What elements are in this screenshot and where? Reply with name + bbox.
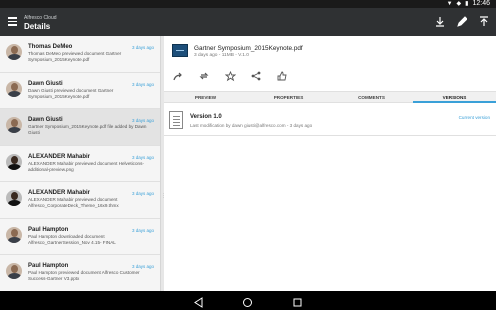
- activity-user: Paul Hampton: [28, 226, 69, 233]
- system-nav-bar: [0, 291, 496, 310]
- activity-user: Dawn Giusti: [28, 80, 63, 87]
- activity-user: Thomas DeMeo: [28, 44, 73, 50]
- version-item[interactable]: Version 1.0 Last modification by dawn gi…: [164, 106, 496, 136]
- activity-date: 3 days ago: [131, 227, 154, 233]
- avatar: [6, 80, 22, 97]
- back-icon[interactable]: [193, 295, 204, 308]
- detail-tabs: PREVIEW PROPERTIES COMMENTS VERSIONS: [164, 91, 496, 103]
- document-thumbnail: [172, 44, 188, 57]
- activity-user: Paul Hampton: [28, 263, 69, 269]
- page-title: Details: [24, 22, 51, 31]
- activity-user: ALEXANDER Mahabir: [28, 190, 91, 196]
- activity-date: 3 days ago: [131, 118, 154, 123]
- activity-date: 3 days ago: [131, 154, 154, 160]
- activity-text: ALEXANDER Mahabir previewed document Alf…: [28, 197, 119, 208]
- current-version-badge: Current version: [458, 115, 490, 120]
- activity-date: 3 days ago: [131, 45, 154, 50]
- share-icon[interactable]: [172, 70, 184, 82]
- favorite-icon[interactable]: [224, 70, 236, 82]
- activity-item[interactable]: Thomas DeMeo 3 days ago Thomas DeMeo pre…: [0, 36, 160, 73]
- activity-item[interactable]: Dawn Giusti 3 days ago Dawn Giusti previ…: [0, 73, 160, 109]
- activity-date: 3 days ago: [131, 191, 154, 196]
- recents-icon[interactable]: [292, 295, 303, 307]
- location-icon: ▼: [446, 1, 453, 7]
- activity-item[interactable]: ALEXANDER Mahabir 3 days ago ALEXANDER M…: [0, 182, 160, 219]
- upload-icon[interactable]: [478, 14, 490, 28]
- tab-preview[interactable]: PREVIEW: [164, 92, 247, 102]
- activity-item[interactable]: ALEXANDER Mahabir 3 days ago ALEXANDER M…: [0, 146, 160, 182]
- activity-item[interactable]: Paul Hampton 3 days ago Paul Hampton pre…: [0, 255, 160, 291]
- activity-text: Dawn Giusti previewed document Gartner S…: [28, 87, 114, 99]
- battery-icon: ▮: [465, 1, 469, 7]
- tab-comments[interactable]: COMMENTS: [330, 92, 413, 102]
- tab-versions[interactable]: VERSIONS: [413, 92, 496, 103]
- activity-text: ALEXANDER Mahabir previewed document Hel…: [28, 160, 144, 172]
- avatar: [6, 226, 22, 243]
- version-title: Version 1.0: [190, 114, 222, 120]
- version-meta: Last modification by dawn giusti@alfresc…: [190, 123, 313, 128]
- app-bar: Alfresco Cloud Details: [0, 8, 496, 36]
- document-icon: [169, 111, 183, 129]
- avatar: [6, 153, 22, 170]
- activity-user: ALEXANDER Mahabir: [28, 153, 91, 160]
- download-icon[interactable]: [434, 14, 446, 28]
- avatar: [6, 44, 22, 60]
- activity-text: Paul Hampton previewed document Alfresco…: [28, 270, 140, 281]
- menu-icon[interactable]: [8, 17, 17, 26]
- document-meta: 3 days ago - 11MB - V.1.0: [194, 53, 249, 58]
- sync-icon[interactable]: [198, 70, 210, 82]
- tab-properties[interactable]: PROPERTIES: [247, 92, 330, 102]
- share-network-icon[interactable]: [250, 70, 262, 82]
- activity-item-selected[interactable]: Dawn Giusti 3 days ago Gartner Symposium…: [0, 109, 160, 146]
- edit-icon[interactable]: [456, 14, 468, 28]
- avatar: [6, 117, 22, 133]
- status-bar: ▼ ◆ ▮ 12:46: [0, 0, 496, 8]
- document-actions: [172, 70, 288, 82]
- activity-date: 3 days ago: [131, 264, 154, 269]
- avatar: [6, 190, 22, 206]
- wifi-icon: ◆: [456, 1, 462, 7]
- status-time: 12:46: [472, 0, 490, 7]
- avatar: [6, 263, 22, 279]
- like-icon[interactable]: [276, 70, 288, 82]
- activity-text: Gartner Symposium_2015Keynote.pdf file a…: [28, 124, 147, 135]
- activity-item[interactable]: Paul Hampton 3 days ago Paul Hampton dow…: [0, 219, 160, 255]
- detail-pane: Gartner Symposium_2015Keynote.pdf 3 days…: [164, 36, 496, 291]
- document-title: Gartner Symposium_2015Keynote.pdf: [194, 45, 303, 52]
- activity-user: Dawn Giusti: [28, 117, 63, 123]
- activity-date: 3 days ago: [131, 81, 154, 87]
- activity-text: Thomas DeMeo previewed document Gartner …: [28, 51, 122, 62]
- app-name: Alfresco Cloud: [24, 15, 57, 21]
- home-icon[interactable]: [242, 295, 253, 307]
- activity-text: Paul Hampton downloaded document Alfresc…: [28, 233, 116, 245]
- activity-list: Thomas DeMeo 3 days ago Thomas DeMeo pre…: [0, 36, 160, 291]
